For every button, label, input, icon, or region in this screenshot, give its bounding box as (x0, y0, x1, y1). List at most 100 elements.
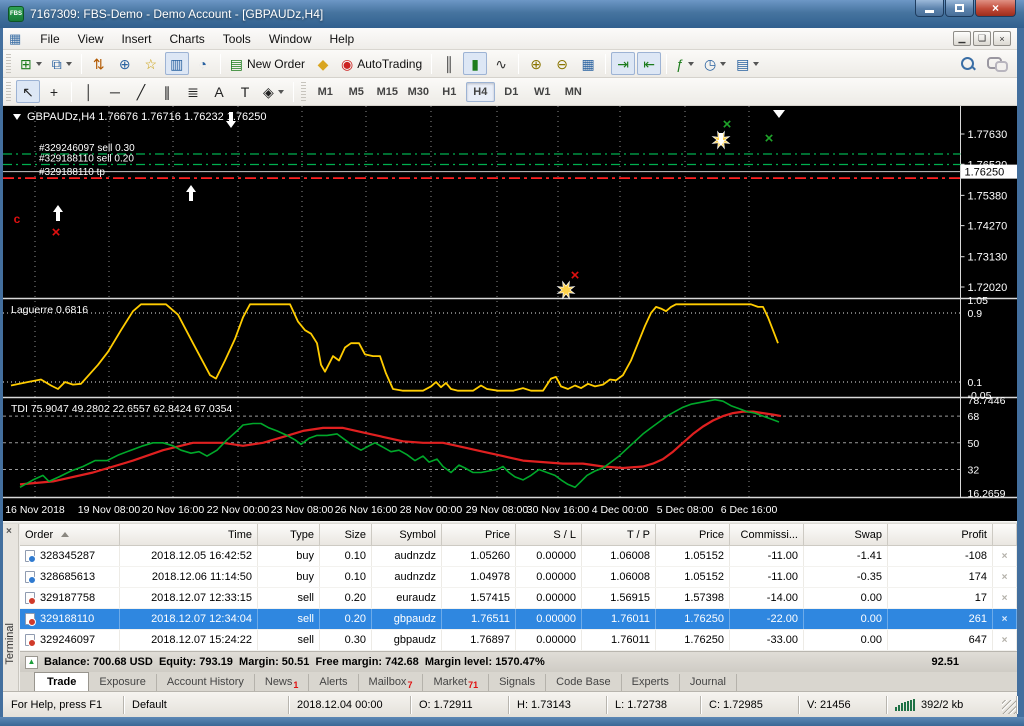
chart-shift-button[interactable]: ⇤ (637, 52, 661, 75)
column-header-type[interactable]: Type (258, 524, 320, 546)
minimize-button[interactable] (915, 0, 944, 17)
tab-trade[interactable]: Trade (34, 672, 89, 691)
tab-news[interactable]: News1 (255, 674, 310, 691)
timeframe-m15-button[interactable]: M15 (373, 82, 402, 102)
toolbar-grip[interactable] (6, 82, 11, 102)
timeframe-h4-button[interactable]: H4 (466, 82, 495, 102)
close-position-button[interactable]: × (993, 609, 1017, 629)
maximize-button[interactable] (945, 0, 974, 17)
mdi-minimize-button[interactable]: ▁ (953, 31, 971, 46)
close-position-button[interactable]: × (993, 630, 1017, 650)
timeframe-m1-button[interactable]: M1 (311, 82, 340, 102)
crosshair-tool-button[interactable]: + (42, 80, 66, 103)
menu-charts[interactable]: Charts (160, 30, 213, 48)
order-row-329187758[interactable]: 3291877582018.12.07 12:33:15sell0.20eura… (20, 588, 1017, 609)
new-chart-button[interactable]: ⊞ (16, 52, 46, 75)
navigator-button[interactable]: ☆ (139, 52, 163, 75)
menu-help[interactable]: Help (321, 30, 364, 48)
timeframe-h1-button[interactable]: H1 (435, 82, 464, 102)
timeframe-mn-button[interactable]: MN (559, 82, 588, 102)
tab-alerts[interactable]: Alerts (309, 674, 358, 691)
cursor-tool-button[interactable]: ↖ (16, 80, 40, 103)
timeframe-w1-button[interactable]: W1 (528, 82, 557, 102)
community-chat-icon[interactable] (987, 55, 1007, 71)
column-header-size[interactable]: Size (320, 524, 372, 546)
strategy-tester-button[interactable]: ◔ (191, 52, 215, 75)
dropdown-caret-icon (36, 62, 42, 66)
data-window-button[interactable]: ⊕ (113, 52, 137, 75)
menu-tools[interactable]: Tools (214, 30, 260, 48)
tab-journal[interactable]: Journal (680, 674, 737, 691)
price-chart[interactable]: 16 Nov 201819 Nov 08:0020 Nov 16:0022 No… (3, 106, 1017, 521)
profiles-button[interactable]: ⧉ (48, 52, 76, 75)
menu-file[interactable]: File (31, 30, 68, 48)
indicators-button[interactable]: ƒ (672, 52, 698, 75)
timeframe-m5-button[interactable]: M5 (342, 82, 371, 102)
search-icon[interactable] (959, 55, 977, 73)
menu-insert[interactable]: Insert (112, 30, 160, 48)
autotrading-button[interactable]: ◉AutoTrading (337, 52, 426, 75)
tab-market[interactable]: Market71 (423, 674, 489, 691)
zoom-out-button[interactable]: ⊖ (550, 52, 574, 75)
auto-scroll-button[interactable]: ⇥ (611, 52, 635, 75)
equidistant-channel-tool-button[interactable]: ∥ (155, 80, 179, 103)
line-chart-mode-button[interactable]: ∿ (489, 52, 513, 75)
fibonacci-tool-button[interactable]: ≣ (181, 80, 205, 103)
column-header-commissi-[interactable]: Commissi... (730, 524, 804, 546)
trendline-tool-button[interactable]: ╱ (129, 80, 153, 103)
column-header-price[interactable]: Price (656, 524, 730, 546)
column-header-time[interactable]: Time (120, 524, 258, 546)
tab-experts[interactable]: Experts (622, 674, 680, 691)
terminal-close-icon[interactable]: × (6, 526, 12, 537)
new-order-button[interactable]: ▤New Order (226, 52, 309, 75)
candlestick-mode-button[interactable]: ▮ (463, 52, 487, 75)
tab-account-history[interactable]: Account History (157, 674, 255, 691)
column-header-price[interactable]: Price (442, 524, 516, 546)
close-button[interactable]: × (975, 0, 1016, 17)
market-watch-button[interactable]: ⇅ (87, 52, 111, 75)
close-position-button[interactable]: × (993, 567, 1017, 587)
mdi-restore-button[interactable]: ❏ (973, 31, 991, 46)
toolbar-grip[interactable] (6, 54, 11, 74)
timeframe-d1-button[interactable]: D1 (497, 82, 526, 102)
order-row-328685613[interactable]: 3286856132018.12.06 11:14:50buy0.10audnz… (20, 567, 1017, 588)
column-header-profit[interactable]: Profit (888, 524, 993, 546)
horizontal-line-tool-button[interactable]: ─ (103, 80, 127, 103)
column-header-t-p[interactable]: T / P (582, 524, 656, 546)
minimize-icon (925, 10, 934, 13)
toolbar-separator (81, 54, 82, 74)
arrows-tool-button[interactable]: ◈ (259, 80, 288, 103)
label-tool-button[interactable]: T (233, 80, 257, 103)
zoom-in-button[interactable]: ⊕ (524, 52, 548, 75)
resize-grip[interactable] (1002, 700, 1016, 714)
order-row-329246097[interactable]: 3292460972018.12.07 15:24:22sell0.30gbpa… (20, 630, 1017, 651)
terminal-button[interactable]: ▥ (165, 52, 189, 75)
tab-code-base[interactable]: Code Base (546, 674, 621, 691)
column-header-symbol[interactable]: Symbol (372, 524, 442, 546)
order-row-329188110[interactable]: 3291881102018.12.07 12:34:04sell0.20gbpa… (20, 609, 1017, 630)
tab-mailbox[interactable]: Mailbox7 (359, 674, 424, 691)
tab-exposure[interactable]: Exposure (89, 674, 156, 691)
text-tool-button[interactable]: A (207, 80, 231, 103)
vertical-line-tool-button[interactable]: │ (77, 80, 101, 103)
bar-chart-mode-button[interactable]: ║ (437, 52, 461, 75)
timeframe-m30-button[interactable]: M30 (404, 82, 433, 102)
tab-signals[interactable]: Signals (489, 674, 546, 691)
mdi-close-button[interactable]: × (993, 31, 1011, 46)
close-position-button[interactable]: × (993, 546, 1017, 566)
menu-window[interactable]: Window (260, 30, 321, 48)
templates-button[interactable]: ▤ (732, 52, 763, 75)
periods-button[interactable]: ◷ (700, 52, 730, 75)
close-position-icon: × (1002, 551, 1008, 562)
column-header-s-l[interactable]: S / L (516, 524, 582, 546)
toolbar-grip[interactable] (301, 82, 306, 102)
chart-area[interactable]: 16 Nov 201819 Nov 08:0020 Nov 16:0022 No… (3, 106, 1017, 521)
order-row-328345287[interactable]: 3283452872018.12.05 16:42:52buy0.10audnz… (20, 546, 1017, 567)
column-header-order[interactable]: Order (20, 524, 120, 546)
close-position-button[interactable]: × (993, 588, 1017, 608)
menu-view[interactable]: View (69, 30, 113, 48)
tile-windows-button[interactable]: ▦ (576, 52, 600, 75)
metaeditor-button[interactable]: ◆ (311, 52, 335, 75)
column-header-swap[interactable]: Swap (804, 524, 888, 546)
close-position-icon: × (1002, 635, 1008, 646)
